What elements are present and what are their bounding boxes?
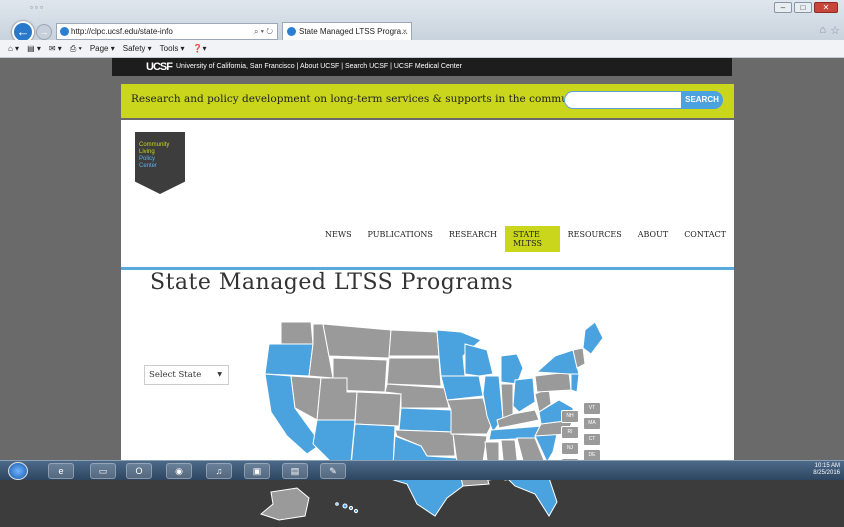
quick-access-icons: ▫ ▫ ▫ bbox=[30, 3, 43, 12]
command-bar: ⌂ ▾ ▤ ▾ ✉ ▾ ⎙ ▾ Page ▾ Safety ▾ Tools ▾ … bbox=[0, 40, 844, 58]
tab-ie-icon bbox=[287, 27, 296, 36]
ie-taskbar-icon[interactable]: e bbox=[48, 463, 74, 479]
print-icon[interactable]: ⎙ ▾ bbox=[70, 40, 82, 57]
state-IA bbox=[440, 375, 484, 401]
tools-menu[interactable]: Tools ▾ bbox=[160, 40, 185, 57]
nav-news[interactable]: NEWS bbox=[317, 226, 360, 252]
state-ND bbox=[388, 329, 440, 357]
state-AK bbox=[259, 487, 310, 521]
logo-line: Community bbox=[139, 142, 170, 148]
maximize-button[interactable]: □ bbox=[794, 2, 812, 13]
logo-line: Living bbox=[139, 149, 155, 155]
state-btn-vt[interactable]: VT bbox=[583, 402, 601, 415]
favorites-star-icon[interactable]: ☆ bbox=[830, 24, 840, 37]
system-tray[interactable]: 10:15 AM 8/25/2016 bbox=[813, 463, 840, 477]
browser-tab[interactable]: State Managed LTSS Progra... × bbox=[282, 22, 412, 41]
page-menu[interactable]: Page ▾ bbox=[90, 40, 115, 57]
state-NJ bbox=[570, 373, 580, 393]
nav-state-mltss[interactable]: STATE MLTSS bbox=[504, 226, 560, 252]
state-btn-nh[interactable]: NH bbox=[561, 410, 579, 423]
ucsf-links[interactable]: University of California, San Francisco … bbox=[176, 58, 462, 76]
state-btn-ri[interactable]: RI bbox=[561, 426, 579, 439]
tab-title: State Managed LTSS Progra... bbox=[299, 27, 408, 36]
main-nav: NEWS PUBLICATIONS RESEARCH STATE MLTSS R… bbox=[317, 226, 734, 252]
state-KS bbox=[398, 407, 452, 433]
chevron-down-icon: ▼ bbox=[217, 371, 222, 378]
page-title: State Managed LTSS Programs bbox=[150, 270, 514, 295]
state-ME bbox=[582, 321, 604, 355]
page-viewport: UCSF University of California, San Franc… bbox=[0, 58, 844, 521]
home-icon[interactable]: ⌂ bbox=[819, 24, 826, 36]
outlook-taskbar-icon[interactable]: O bbox=[126, 463, 152, 479]
state-PA bbox=[534, 371, 572, 393]
nav-resources[interactable]: RESOURCES bbox=[560, 226, 630, 252]
taskbar: e ▭ O ◉ ♫ ▣ ▤ ✎ 10:15 AM 8/25/2016 bbox=[0, 460, 844, 480]
logo-line: Policy bbox=[139, 156, 156, 162]
search-input[interactable] bbox=[564, 91, 682, 109]
chrome-taskbar-icon[interactable]: ◉ bbox=[166, 463, 192, 479]
clock-date: 8/25/2016 bbox=[813, 470, 840, 476]
forward-button[interactable]: → bbox=[36, 24, 52, 40]
tab-close-icon[interactable]: × bbox=[402, 23, 407, 40]
start-button[interactable] bbox=[8, 462, 28, 480]
feeds-icon[interactable]: ▤ ▾ bbox=[27, 40, 41, 57]
ucsf-topbar: UCSF University of California, San Franc… bbox=[112, 58, 732, 76]
state-OH bbox=[512, 377, 536, 413]
nav-research[interactable]: RESEARCH bbox=[441, 226, 505, 252]
state-WI bbox=[464, 343, 494, 377]
app-taskbar-icon[interactable]: ▣ bbox=[244, 463, 270, 479]
nav-publications[interactable]: PUBLICATIONS bbox=[360, 226, 441, 252]
minimize-button[interactable]: – bbox=[774, 2, 792, 13]
help-icon[interactable]: ❓▾ bbox=[193, 40, 207, 57]
ucsf-logo[interactable]: UCSF bbox=[146, 58, 173, 76]
browser-window: ▫ ▫ ▫ – □ ✕ ← → http://clpc.ucsf.edu/sta… bbox=[0, 0, 844, 521]
explorer-taskbar-icon[interactable]: ▭ bbox=[90, 463, 116, 479]
paint-taskbar-icon[interactable]: ✎ bbox=[320, 463, 346, 479]
clock-time: 10:15 AM bbox=[814, 463, 840, 469]
search-banner: Research and policy development on long-… bbox=[121, 84, 734, 118]
state-select[interactable]: Select State ▼ bbox=[144, 365, 229, 385]
address-bar[interactable]: http://clpc.ucsf.edu/state-info ⌕ ▾ ↻ bbox=[56, 23, 278, 40]
home-cmd-icon[interactable]: ⌂ ▾ bbox=[8, 40, 19, 57]
logo-line: Center bbox=[139, 163, 158, 169]
state-NY bbox=[535, 349, 580, 375]
ie-page-icon bbox=[60, 27, 69, 36]
site-tagline: Research and policy development on long-… bbox=[131, 93, 589, 105]
address-text: http://clpc.ucsf.edu/state-info bbox=[71, 27, 173, 36]
search-button[interactable]: SEARCH bbox=[681, 91, 723, 109]
state-HI bbox=[335, 502, 339, 506]
page-content: Community Living Policy Center NEWS PUBL… bbox=[121, 120, 734, 521]
state-AR bbox=[452, 433, 488, 463]
state-MT bbox=[322, 323, 392, 359]
state-CO bbox=[354, 391, 402, 427]
state-HI bbox=[353, 508, 359, 514]
us-map-svg[interactable] bbox=[251, 316, 611, 522]
safety-menu[interactable]: Safety ▾ bbox=[123, 40, 152, 57]
clpc-logo[interactable]: Community Living Policy Center bbox=[135, 132, 185, 194]
state-btn-ct[interactable]: CT bbox=[583, 433, 601, 446]
state-SD bbox=[386, 357, 442, 387]
state-HI bbox=[348, 505, 354, 511]
state-select-value: Select State bbox=[149, 370, 202, 380]
itunes-taskbar-icon[interactable]: ♫ bbox=[206, 463, 232, 479]
address-controls[interactable]: ⌕ ▾ ↻ bbox=[254, 24, 273, 39]
state-AZ bbox=[312, 419, 356, 463]
image-taskbar-icon[interactable]: ▤ bbox=[282, 463, 308, 479]
mail-icon[interactable]: ✉ ▾ bbox=[49, 40, 62, 57]
close-window-button[interactable]: ✕ bbox=[814, 2, 838, 13]
window-controls: – □ ✕ bbox=[774, 2, 838, 13]
us-state-map[interactable]: VT NH MA RI CT NJ DE MD DC bbox=[251, 316, 611, 527]
nav-contact[interactable]: CONTACT bbox=[676, 226, 734, 252]
state-btn-nj[interactable]: NJ bbox=[561, 442, 579, 455]
state-HI bbox=[342, 503, 348, 509]
nav-about[interactable]: ABOUT bbox=[630, 226, 676, 252]
state-btn-ma[interactable]: MA bbox=[583, 417, 601, 430]
state-WA bbox=[280, 321, 314, 345]
title-bar: ▫ ▫ ▫ – □ ✕ ← → http://clpc.ucsf.edu/sta… bbox=[0, 0, 844, 43]
state-OR bbox=[264, 343, 314, 377]
